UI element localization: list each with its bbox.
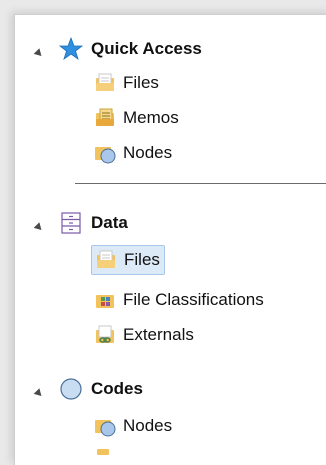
file-classifications-icon: [96, 295, 114, 308]
star-icon: [59, 37, 83, 61]
group-data[interactable]: Data: [59, 209, 128, 237]
memos-folder-icon: [96, 108, 114, 126]
divider: [75, 183, 326, 184]
nav-item-label: File Classifications: [123, 290, 264, 309]
expand-arrow-icon[interactable]: [33, 388, 45, 399]
group-codes[interactable]: Codes: [59, 375, 143, 403]
navigation-panel: Quick Access Files Memos Nodes Data File…: [14, 14, 326, 465]
nav-item-data-file-classifications[interactable]: File Classifications: [93, 286, 264, 314]
nav-item-label: Files: [124, 250, 160, 269]
group-label: Codes: [91, 379, 143, 398]
nav-item-label: Nodes: [123, 416, 173, 435]
nav-item-data-files[interactable]: Files: [91, 245, 165, 275]
nav-item-label: Files: [123, 73, 159, 92]
nav-item-quick-access-files[interactable]: Files: [93, 69, 159, 97]
nav-item-data-externals[interactable]: Externals: [93, 321, 194, 349]
externals-folder-icon: [96, 325, 114, 343]
group-label: Data: [91, 213, 128, 232]
nav-item-quick-access-memos[interactable]: Memos: [93, 104, 179, 132]
expand-arrow-icon[interactable]: [33, 222, 45, 233]
codes-circle-icon: [60, 378, 82, 400]
nodes-folder-icon: [95, 420, 116, 437]
folder-icon-partial: [97, 449, 109, 455]
data-cabinet-icon: [61, 212, 81, 234]
files-folder-icon: [97, 250, 115, 268]
expand-arrow-icon[interactable]: [33, 48, 45, 59]
nav-item-codes-nodes[interactable]: Nodes: [93, 412, 172, 440]
group-quick-access[interactable]: Quick Access: [59, 35, 202, 63]
nodes-folder-icon: [95, 147, 116, 164]
nav-item-label: Externals: [123, 325, 194, 344]
nav-item-label: Memos: [123, 108, 179, 127]
files-folder-icon: [96, 73, 114, 91]
nav-item-label: Nodes: [123, 143, 173, 162]
group-label: Quick Access: [91, 39, 202, 58]
nav-item-quick-access-nodes[interactable]: Nodes: [93, 139, 172, 167]
